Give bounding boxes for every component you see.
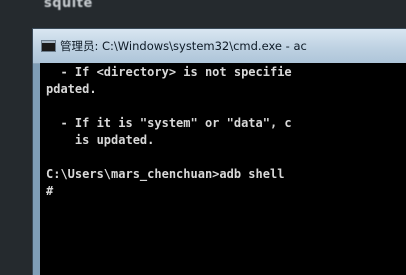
- console-line: - If <directory> is not specifie: [46, 65, 292, 79]
- shell-prompt-line: #: [46, 184, 54, 198]
- cmd-window-title: 管理员: C:\Windows\system32\cmd.exe - ac: [60, 39, 307, 53]
- console-prompt-line: C:\Users\mars_chenchuan>adb shell: [46, 167, 285, 181]
- cmd-window[interactable]: 管理员: C:\Windows\system32\cmd.exe - ac - …: [32, 28, 406, 275]
- console-output-area[interactable]: - If <directory> is not specifie pdated. …: [40, 63, 406, 275]
- console-line: is updated.: [46, 133, 155, 147]
- cmd-titlebar[interactable]: 管理员: C:\Windows\system32\cmd.exe - ac: [33, 29, 406, 64]
- screenshot: squite 管理员: C:\Windows\system32\cmd.exe …: [0, 0, 406, 275]
- console-line: pdated.: [46, 82, 97, 96]
- console-line: - If it is "system" or "data", c: [46, 116, 292, 130]
- background-window-title: squite: [44, 0, 93, 11]
- console-window-icon[interactable]: [41, 40, 56, 52]
- console-output: - If <directory> is not specifie pdated. …: [46, 64, 292, 200]
